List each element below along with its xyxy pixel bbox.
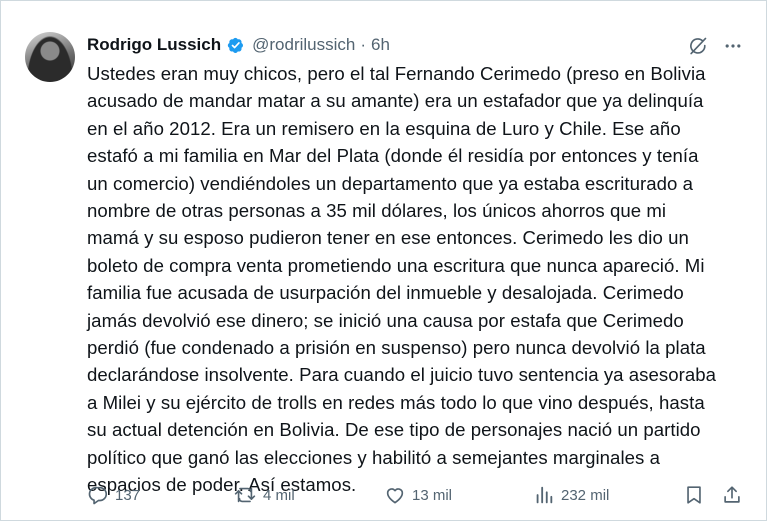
author-handle[interactable]: @rodrilussich — [252, 35, 355, 55]
bookmark-icon — [683, 484, 705, 506]
like-count: 13 mil — [412, 486, 453, 504]
views-button[interactable]: 232 mil — [533, 482, 609, 508]
like-icon — [384, 484, 406, 506]
repost-icon — [233, 484, 257, 506]
header-separator: · — [360, 35, 367, 54]
share-icon — [721, 484, 743, 506]
grok-icon[interactable] — [686, 34, 710, 58]
tweet-text: Ustedes eran muy chicos, pero el tal Fer… — [87, 63, 717, 496]
repost-button[interactable]: 4 mil — [233, 482, 295, 508]
like-button[interactable]: 13 mil — [384, 482, 452, 508]
avatar[interactable] — [25, 32, 75, 82]
share-button[interactable] — [721, 482, 743, 508]
tweet-header: Rodrigo Lussich @rodrilussich · 6h — [87, 33, 390, 57]
tweet-time[interactable]: 6h — [371, 35, 390, 55]
reply-icon — [87, 484, 109, 506]
views-icon — [533, 484, 555, 506]
repost-count: 4 mil — [263, 486, 295, 504]
views-count: 232 mil — [561, 486, 610, 504]
author-name[interactable]: Rodrigo Lussich — [87, 35, 221, 55]
verified-badge-icon — [226, 35, 246, 55]
more-icon[interactable] — [721, 34, 745, 58]
bookmark-button[interactable] — [683, 482, 705, 508]
reply-count: 137 — [115, 486, 141, 504]
reply-button[interactable]: 137 — [87, 482, 140, 508]
action-bar: 137 4 mil 13 mil 232 mil — [0, 482, 767, 508]
